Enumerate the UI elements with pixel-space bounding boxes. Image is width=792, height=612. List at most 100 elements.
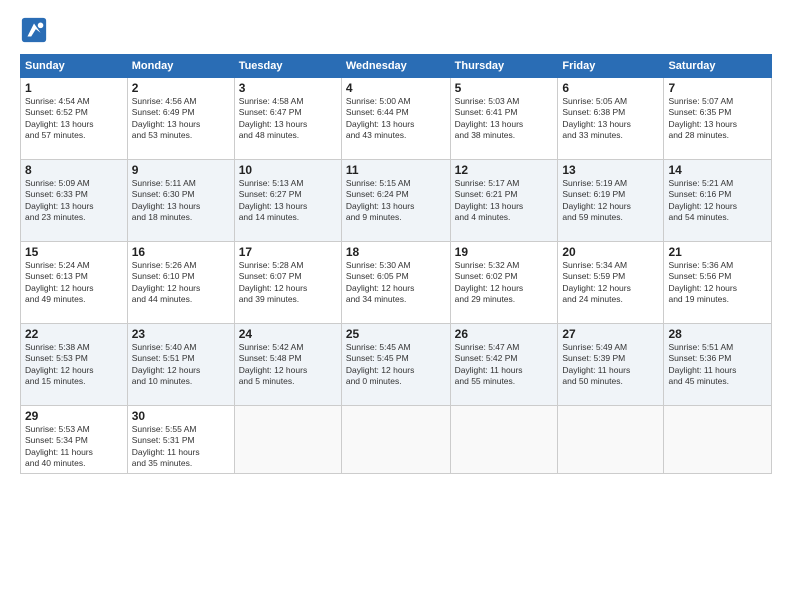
day-number: 7	[668, 81, 767, 95]
day-number: 8	[25, 163, 123, 177]
day-info: Sunrise: 5:47 AMSunset: 5:42 PMDaylight:…	[455, 342, 554, 388]
day-info: Sunrise: 5:17 AMSunset: 6:21 PMDaylight:…	[455, 178, 554, 224]
day-info: Sunrise: 5:13 AMSunset: 6:27 PMDaylight:…	[239, 178, 337, 224]
calendar-cell	[450, 406, 558, 474]
calendar-cell: 30Sunrise: 5:55 AMSunset: 5:31 PMDayligh…	[127, 406, 234, 474]
calendar-cell: 7Sunrise: 5:07 AMSunset: 6:35 PMDaylight…	[664, 78, 772, 160]
page: Sunday Monday Tuesday Wednesday Thursday…	[0, 0, 792, 612]
day-number: 12	[455, 163, 554, 177]
col-sunday: Sunday	[21, 55, 128, 78]
day-number: 18	[346, 245, 446, 259]
calendar-cell: 27Sunrise: 5:49 AMSunset: 5:39 PMDayligh…	[558, 324, 664, 406]
col-thursday: Thursday	[450, 55, 558, 78]
day-number: 9	[132, 163, 230, 177]
day-number: 10	[239, 163, 337, 177]
logo-icon	[20, 16, 48, 44]
day-info: Sunrise: 5:09 AMSunset: 6:33 PMDaylight:…	[25, 178, 123, 224]
day-number: 30	[132, 409, 230, 423]
calendar-cell: 9Sunrise: 5:11 AMSunset: 6:30 PMDaylight…	[127, 160, 234, 242]
day-info: Sunrise: 4:54 AMSunset: 6:52 PMDaylight:…	[25, 96, 123, 142]
day-number: 25	[346, 327, 446, 341]
day-info: Sunrise: 5:32 AMSunset: 6:02 PMDaylight:…	[455, 260, 554, 306]
calendar-cell: 24Sunrise: 5:42 AMSunset: 5:48 PMDayligh…	[234, 324, 341, 406]
day-info: Sunrise: 5:49 AMSunset: 5:39 PMDaylight:…	[562, 342, 659, 388]
calendar-cell: 18Sunrise: 5:30 AMSunset: 6:05 PMDayligh…	[341, 242, 450, 324]
day-number: 11	[346, 163, 446, 177]
day-info: Sunrise: 4:56 AMSunset: 6:49 PMDaylight:…	[132, 96, 230, 142]
day-info: Sunrise: 5:24 AMSunset: 6:13 PMDaylight:…	[25, 260, 123, 306]
calendar-cell: 6Sunrise: 5:05 AMSunset: 6:38 PMDaylight…	[558, 78, 664, 160]
day-number: 1	[25, 81, 123, 95]
calendar-cell: 29Sunrise: 5:53 AMSunset: 5:34 PMDayligh…	[21, 406, 128, 474]
calendar-cell: 13Sunrise: 5:19 AMSunset: 6:19 PMDayligh…	[558, 160, 664, 242]
day-info: Sunrise: 5:55 AMSunset: 5:31 PMDaylight:…	[132, 424, 230, 470]
day-info: Sunrise: 5:51 AMSunset: 5:36 PMDaylight:…	[668, 342, 767, 388]
day-number: 27	[562, 327, 659, 341]
day-info: Sunrise: 5:34 AMSunset: 5:59 PMDaylight:…	[562, 260, 659, 306]
col-friday: Friday	[558, 55, 664, 78]
calendar-cell: 5Sunrise: 5:03 AMSunset: 6:41 PMDaylight…	[450, 78, 558, 160]
day-number: 28	[668, 327, 767, 341]
day-info: Sunrise: 4:58 AMSunset: 6:47 PMDaylight:…	[239, 96, 337, 142]
calendar-cell: 22Sunrise: 5:38 AMSunset: 5:53 PMDayligh…	[21, 324, 128, 406]
day-info: Sunrise: 5:30 AMSunset: 6:05 PMDaylight:…	[346, 260, 446, 306]
day-number: 29	[25, 409, 123, 423]
calendar-cell	[558, 406, 664, 474]
calendar-table: Sunday Monday Tuesday Wednesday Thursday…	[20, 54, 772, 474]
day-info: Sunrise: 5:26 AMSunset: 6:10 PMDaylight:…	[132, 260, 230, 306]
col-wednesday: Wednesday	[341, 55, 450, 78]
calendar-cell: 26Sunrise: 5:47 AMSunset: 5:42 PMDayligh…	[450, 324, 558, 406]
logo	[20, 16, 50, 44]
calendar-cell: 3Sunrise: 4:58 AMSunset: 6:47 PMDaylight…	[234, 78, 341, 160]
day-info: Sunrise: 5:45 AMSunset: 5:45 PMDaylight:…	[346, 342, 446, 388]
day-number: 24	[239, 327, 337, 341]
day-number: 16	[132, 245, 230, 259]
day-number: 13	[562, 163, 659, 177]
calendar-cell: 20Sunrise: 5:34 AMSunset: 5:59 PMDayligh…	[558, 242, 664, 324]
day-number: 20	[562, 245, 659, 259]
day-number: 5	[455, 81, 554, 95]
day-number: 15	[25, 245, 123, 259]
day-number: 2	[132, 81, 230, 95]
calendar-cell: 28Sunrise: 5:51 AMSunset: 5:36 PMDayligh…	[664, 324, 772, 406]
calendar-cell: 17Sunrise: 5:28 AMSunset: 6:07 PMDayligh…	[234, 242, 341, 324]
header	[20, 16, 772, 44]
col-monday: Monday	[127, 55, 234, 78]
calendar-cell: 2Sunrise: 4:56 AMSunset: 6:49 PMDaylight…	[127, 78, 234, 160]
day-info: Sunrise: 5:19 AMSunset: 6:19 PMDaylight:…	[562, 178, 659, 224]
day-info: Sunrise: 5:53 AMSunset: 5:34 PMDaylight:…	[25, 424, 123, 470]
day-info: Sunrise: 5:38 AMSunset: 5:53 PMDaylight:…	[25, 342, 123, 388]
calendar-cell	[234, 406, 341, 474]
day-number: 6	[562, 81, 659, 95]
calendar-cell: 15Sunrise: 5:24 AMSunset: 6:13 PMDayligh…	[21, 242, 128, 324]
day-number: 17	[239, 245, 337, 259]
calendar-cell: 8Sunrise: 5:09 AMSunset: 6:33 PMDaylight…	[21, 160, 128, 242]
calendar-cell	[341, 406, 450, 474]
day-info: Sunrise: 5:21 AMSunset: 6:16 PMDaylight:…	[668, 178, 767, 224]
calendar-cell: 4Sunrise: 5:00 AMSunset: 6:44 PMDaylight…	[341, 78, 450, 160]
day-info: Sunrise: 5:05 AMSunset: 6:38 PMDaylight:…	[562, 96, 659, 142]
day-info: Sunrise: 5:00 AMSunset: 6:44 PMDaylight:…	[346, 96, 446, 142]
calendar-cell: 25Sunrise: 5:45 AMSunset: 5:45 PMDayligh…	[341, 324, 450, 406]
day-number: 3	[239, 81, 337, 95]
calendar-cell: 11Sunrise: 5:15 AMSunset: 6:24 PMDayligh…	[341, 160, 450, 242]
day-number: 21	[668, 245, 767, 259]
calendar-header-row: Sunday Monday Tuesday Wednesday Thursday…	[21, 55, 772, 78]
day-number: 22	[25, 327, 123, 341]
calendar-cell: 21Sunrise: 5:36 AMSunset: 5:56 PMDayligh…	[664, 242, 772, 324]
calendar-cell: 16Sunrise: 5:26 AMSunset: 6:10 PMDayligh…	[127, 242, 234, 324]
day-number: 4	[346, 81, 446, 95]
day-number: 26	[455, 327, 554, 341]
calendar-cell	[664, 406, 772, 474]
day-info: Sunrise: 5:03 AMSunset: 6:41 PMDaylight:…	[455, 96, 554, 142]
day-number: 23	[132, 327, 230, 341]
day-number: 14	[668, 163, 767, 177]
calendar-cell: 12Sunrise: 5:17 AMSunset: 6:21 PMDayligh…	[450, 160, 558, 242]
day-info: Sunrise: 5:07 AMSunset: 6:35 PMDaylight:…	[668, 96, 767, 142]
day-info: Sunrise: 5:40 AMSunset: 5:51 PMDaylight:…	[132, 342, 230, 388]
day-number: 19	[455, 245, 554, 259]
day-info: Sunrise: 5:42 AMSunset: 5:48 PMDaylight:…	[239, 342, 337, 388]
day-info: Sunrise: 5:28 AMSunset: 6:07 PMDaylight:…	[239, 260, 337, 306]
calendar-cell: 23Sunrise: 5:40 AMSunset: 5:51 PMDayligh…	[127, 324, 234, 406]
calendar-cell: 10Sunrise: 5:13 AMSunset: 6:27 PMDayligh…	[234, 160, 341, 242]
